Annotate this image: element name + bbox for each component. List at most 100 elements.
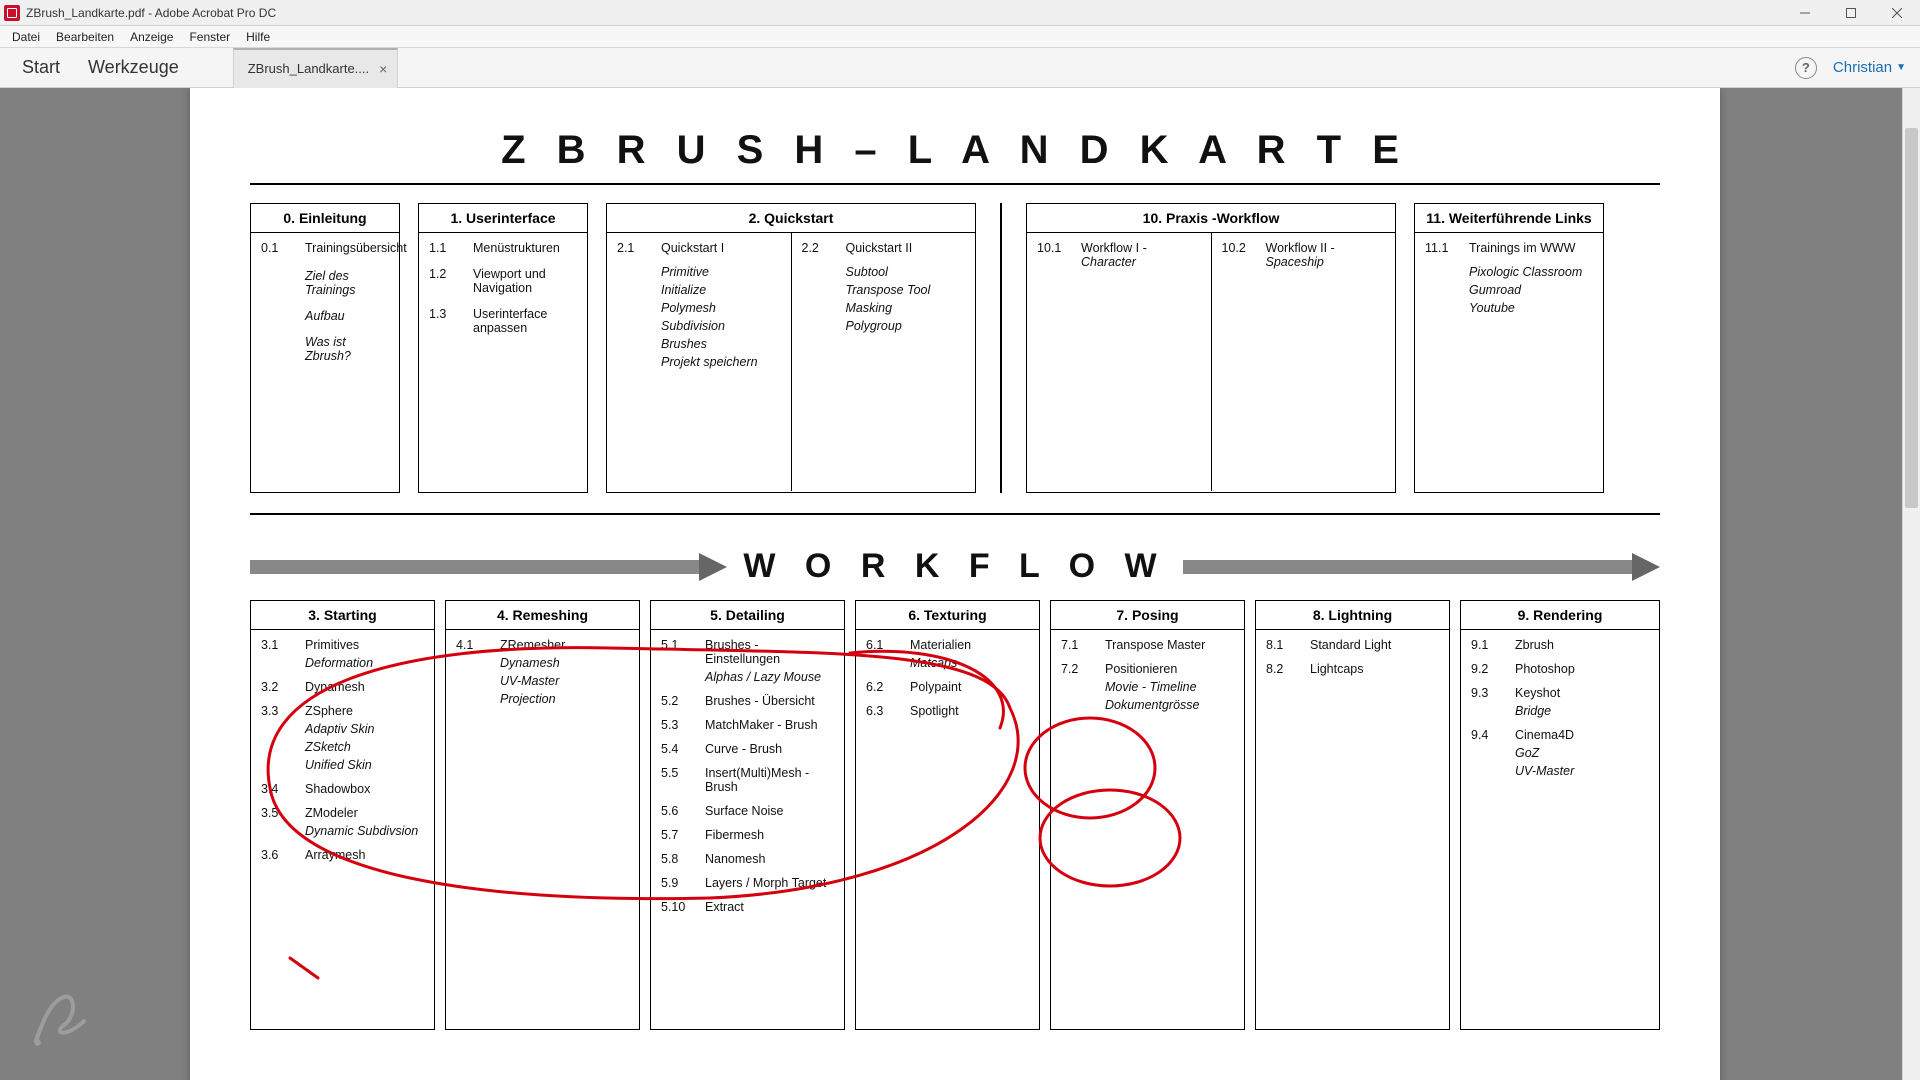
window-close-button[interactable]: [1874, 0, 1920, 26]
sub-item: Dokumentgrösse: [1105, 698, 1234, 712]
tools-tab[interactable]: Werkzeuge: [74, 49, 193, 86]
box-head: 6. Texturing: [856, 601, 1039, 630]
sub-item: Initialize: [661, 283, 781, 297]
list-num: 10.2: [1222, 241, 1256, 269]
list-num: 8.2: [1266, 662, 1300, 676]
sub-item: Subdivision: [661, 319, 781, 333]
sub-item: Alphas / Lazy Mouse: [705, 670, 834, 684]
menu-fenster[interactable]: Fenster: [181, 28, 238, 46]
list-num: 1.2: [429, 267, 463, 295]
box-head: 9. Rendering: [1461, 601, 1659, 630]
list-item: Transpose Master: [1105, 638, 1234, 652]
list-item: Materialien: [910, 638, 1029, 652]
box-9-rendering: 9. Rendering9.1Zbrush9.2Photoshop9.3Keys…: [1460, 600, 1660, 1030]
list-item: Polypaint: [910, 680, 1029, 694]
sub-item: ZSketch: [305, 740, 424, 754]
list-num: 5.6: [661, 804, 695, 818]
list-item: MatchMaker - Brush: [705, 718, 834, 732]
close-tab-icon[interactable]: ×: [379, 61, 387, 77]
list-num: 6.2: [866, 680, 900, 694]
list-num: 6.3: [866, 704, 900, 718]
list-num: 9.4: [1471, 728, 1505, 742]
sub-item: Bridge: [1515, 704, 1649, 718]
box-head: 8. Lightning: [1256, 601, 1449, 630]
sub-item: Transpose Tool: [846, 283, 966, 297]
box-head: 10. Praxis -Workflow: [1027, 204, 1395, 233]
list-item: Primitives: [305, 638, 424, 652]
sub-item: Unified Skin: [305, 758, 424, 772]
menu-bearbeiten[interactable]: Bearbeiten: [48, 28, 122, 46]
sub-item: Masking: [846, 301, 966, 315]
box-head: 2. Quickstart: [607, 204, 975, 233]
menu-anzeige[interactable]: Anzeige: [122, 28, 181, 46]
list-num: 3.1: [261, 638, 295, 652]
list-item: Layers / Morph Target: [705, 876, 834, 890]
list-num: 2.1: [617, 241, 651, 255]
list-item: Photoshop: [1515, 662, 1649, 676]
list-item: Extract: [705, 900, 834, 914]
list-num: 3.2: [261, 680, 295, 694]
list-item: Curve - Brush: [705, 742, 834, 756]
box-11-links: 11. Weiterführende Links 11.1Trainings i…: [1414, 203, 1604, 493]
sub-item: Brushes: [661, 337, 781, 351]
list-item: Keyshot: [1515, 686, 1649, 700]
toolbar-tabrow: Start Werkzeuge ZBrush_Landkarte.... × ?…: [0, 48, 1920, 88]
list-item: Spotlight: [910, 704, 1029, 718]
box-head: 4. Remeshing: [446, 601, 639, 630]
sub-item: Adaptiv Skin: [305, 722, 424, 736]
list-item: Quickstart II: [846, 241, 966, 255]
list-item: Positionieren: [1105, 662, 1234, 676]
sub-item: Dynamesh: [500, 656, 629, 670]
list-item: Brushes - Einstellungen: [705, 638, 834, 666]
list-num: 5.8: [661, 852, 695, 866]
list-num: 3.3: [261, 704, 295, 718]
sub-item: Polymesh: [661, 301, 781, 315]
menu-datei[interactable]: Datei: [4, 28, 48, 46]
document-viewport: Z B R U S H – L A N D K A R T E 0. Einle…: [0, 88, 1902, 1080]
list-num: 3.4: [261, 782, 295, 796]
vertical-scrollbar[interactable]: [1902, 88, 1920, 1080]
box-7-posing: 7. Posing7.1Transpose Master7.2Positioni…: [1050, 600, 1245, 1030]
sub-item: Movie - Timeline: [1105, 680, 1234, 694]
divider: [250, 183, 1660, 185]
list-num: 3.5: [261, 806, 295, 820]
window-maximize-button[interactable]: [1828, 0, 1874, 26]
box-8-lightning: 8. Lightning8.1Standard Light8.2Lightcap…: [1255, 600, 1450, 1030]
user-name-label: Christian: [1833, 59, 1892, 76]
start-tab[interactable]: Start: [8, 49, 74, 86]
box-head: 11. Weiterführende Links: [1415, 204, 1603, 233]
list-num: 1.1: [429, 241, 463, 255]
sub-item: Polygroup: [846, 319, 966, 333]
box-6-texturing: 6. Texturing6.1MaterialienMatcaps6.2Poly…: [855, 600, 1040, 1030]
list-item: Quickstart I: [661, 241, 781, 255]
sub-item: Projection: [500, 692, 629, 706]
list-num: 1.3: [429, 307, 463, 335]
list-num: 5.9: [661, 876, 695, 890]
menu-hilfe[interactable]: Hilfe: [238, 28, 278, 46]
user-menu[interactable]: Christian ▼: [1833, 59, 1906, 76]
list-item: Workflow II - Spaceship: [1266, 241, 1386, 269]
list-item: Standard Light: [1310, 638, 1439, 652]
workflow-title: W O R K F L O W: [743, 547, 1166, 586]
app-icon: [4, 5, 20, 21]
list-num: 5.1: [661, 638, 695, 666]
list-item: Menüstrukturen: [473, 241, 577, 255]
box-2-quickstart: 2. Quickstart 2.1Quickstart I Primitive …: [606, 203, 976, 493]
sub-item: Ziel des Trainings: [305, 269, 389, 297]
box-0-einleitung: 0. Einleitung 0.1Trainingsübersicht Ziel…: [250, 203, 400, 493]
window-minimize-button[interactable]: [1782, 0, 1828, 26]
menu-bar: Datei Bearbeiten Anzeige Fenster Hilfe: [0, 26, 1920, 48]
list-num: 8.1: [1266, 638, 1300, 652]
sub-item: Youtube: [1469, 301, 1593, 315]
scrollbar-thumb[interactable]: [1905, 128, 1918, 508]
list-item: Workflow I - Character: [1081, 241, 1201, 269]
window-title: ZBrush_Landkarte.pdf - Adobe Acrobat Pro…: [26, 6, 276, 20]
list-num: 6.1: [866, 638, 900, 652]
list-item: Insert(Multi)Mesh - Brush: [705, 766, 834, 794]
help-icon[interactable]: ?: [1795, 57, 1817, 79]
sub-item: Gumroad: [1469, 283, 1593, 297]
list-num: 5.5: [661, 766, 695, 794]
document-tab[interactable]: ZBrush_Landkarte.... ×: [233, 48, 399, 88]
list-item: ZModeler: [305, 806, 424, 820]
sub-item: Was ist Zbrush?: [305, 335, 389, 363]
